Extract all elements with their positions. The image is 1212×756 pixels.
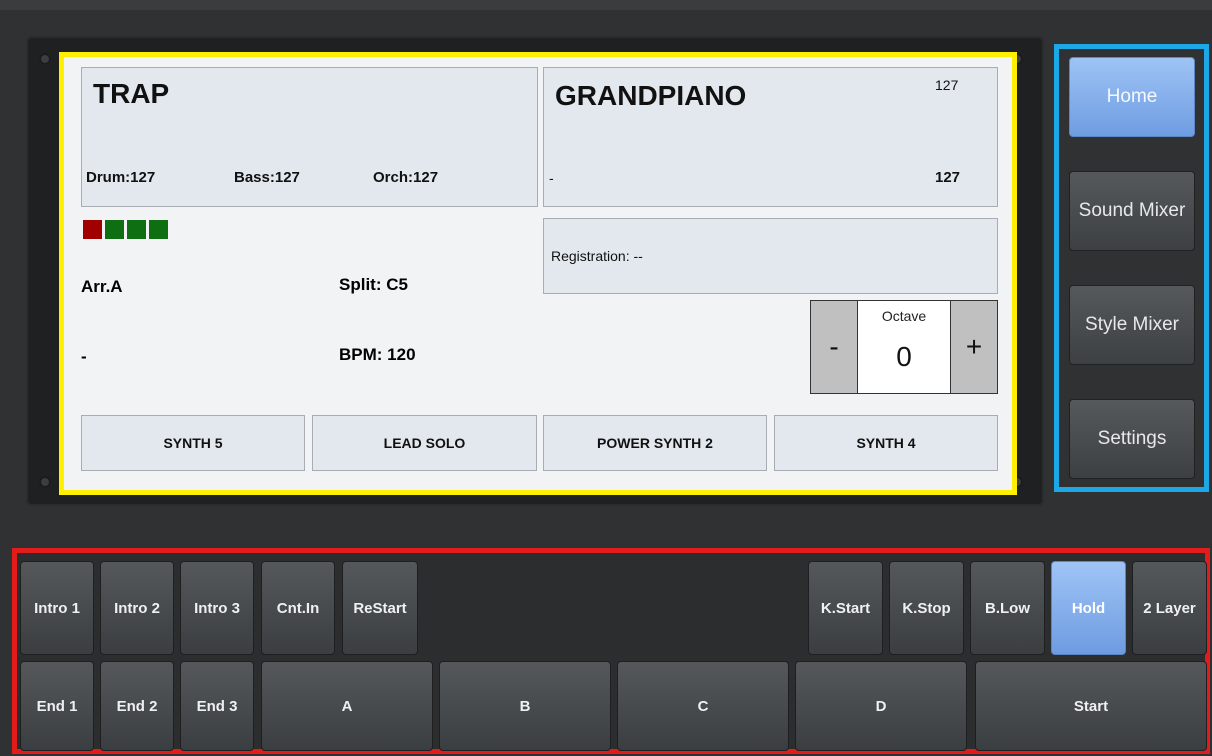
voice-volume-bottom: 127 <box>935 169 961 186</box>
two-layer-button[interactable]: 2 Layer <box>1132 561 1207 655</box>
registration-label: Registration: -- <box>551 248 643 264</box>
key-stop-button[interactable]: K.Stop <box>889 561 964 655</box>
variation-d-button[interactable]: D <box>795 661 967 751</box>
sound-mixer-button[interactable]: Sound Mixer <box>1069 171 1195 251</box>
registration-panel[interactable]: Registration: -- <box>543 218 998 294</box>
key-start-button[interactable]: K.Start <box>808 561 883 655</box>
voice-button-3[interactable]: POWER SYNTH 2 <box>543 415 767 471</box>
variation-b-button[interactable]: B <box>439 661 611 751</box>
drum-volume: Drum:127 <box>86 169 156 186</box>
octave-value: 0 <box>896 341 912 372</box>
ending-3-button[interactable]: End 3 <box>180 661 254 751</box>
main-display: TRAP Drum:127 Bass:127 Orch:127 GRANDPIA… <box>59 52 1017 495</box>
settings-button[interactable]: Settings <box>1069 399 1195 479</box>
hold-button[interactable]: Hold <box>1051 561 1126 655</box>
style-panel[interactable]: TRAP Drum:127 Bass:127 Orch:127 <box>81 67 538 207</box>
restart-button[interactable]: ReStart <box>342 561 418 655</box>
count-in-button[interactable]: Cnt.In <box>261 561 335 655</box>
screw-icon <box>39 476 51 488</box>
home-button[interactable]: Home <box>1069 57 1195 137</box>
octave-plus-button[interactable]: + <box>951 301 997 393</box>
octave-control: - Octave 0 + <box>810 300 998 394</box>
voice-button-2[interactable]: LEAD SOLO <box>312 415 537 471</box>
voice-secondary: - <box>549 170 554 186</box>
voice-panel[interactable]: GRANDPIANO 127 - 127 <box>543 67 998 207</box>
style-mixer-button[interactable]: Style Mixer <box>1069 285 1195 365</box>
beat-led <box>127 220 146 239</box>
beat-led <box>105 220 124 239</box>
orch-volume: Orch:127 <box>373 169 439 186</box>
split-point: Split: C5 <box>339 275 408 294</box>
ending-1-button[interactable]: End 1 <box>20 661 94 751</box>
octave-display: Octave 0 <box>857 301 951 393</box>
octave-minus-button[interactable]: - <box>811 301 857 393</box>
variation-c-button[interactable]: C <box>617 661 789 751</box>
beat-led <box>83 220 102 239</box>
variation-label: - <box>81 347 87 366</box>
beat-led <box>149 220 168 239</box>
voice-button-4[interactable]: SYNTH 4 <box>774 415 998 471</box>
start-button[interactable]: Start <box>975 661 1207 751</box>
bpm-display: BPM: 120 <box>339 345 416 364</box>
screw-icon <box>39 53 51 65</box>
voice-volume-top: 127 <box>935 77 959 93</box>
intro-2-button[interactable]: Intro 2 <box>100 561 174 655</box>
bass-volume: Bass:127 <box>234 169 300 186</box>
style-controls: Intro 1 Intro 2 Intro 3 Cnt.In ReStart K… <box>12 548 1210 754</box>
intro-1-button[interactable]: Intro 1 <box>20 561 94 655</box>
variation-a-button[interactable]: A <box>261 661 433 751</box>
bass-low-button[interactable]: B.Low <box>970 561 1045 655</box>
voice-name: GRANDPIANO <box>555 80 747 111</box>
arrangement-label: Arr.A <box>81 277 123 296</box>
side-navigation: Home Sound Mixer Style Mixer Settings <box>1054 44 1209 492</box>
top-strip <box>0 0 1212 10</box>
beat-indicator <box>83 220 168 239</box>
ending-2-button[interactable]: End 2 <box>100 661 174 751</box>
voice-button-1[interactable]: SYNTH 5 <box>81 415 305 471</box>
octave-label: Octave <box>881 308 927 324</box>
intro-3-button[interactable]: Intro 3 <box>180 561 254 655</box>
style-name: TRAP <box>93 78 170 109</box>
